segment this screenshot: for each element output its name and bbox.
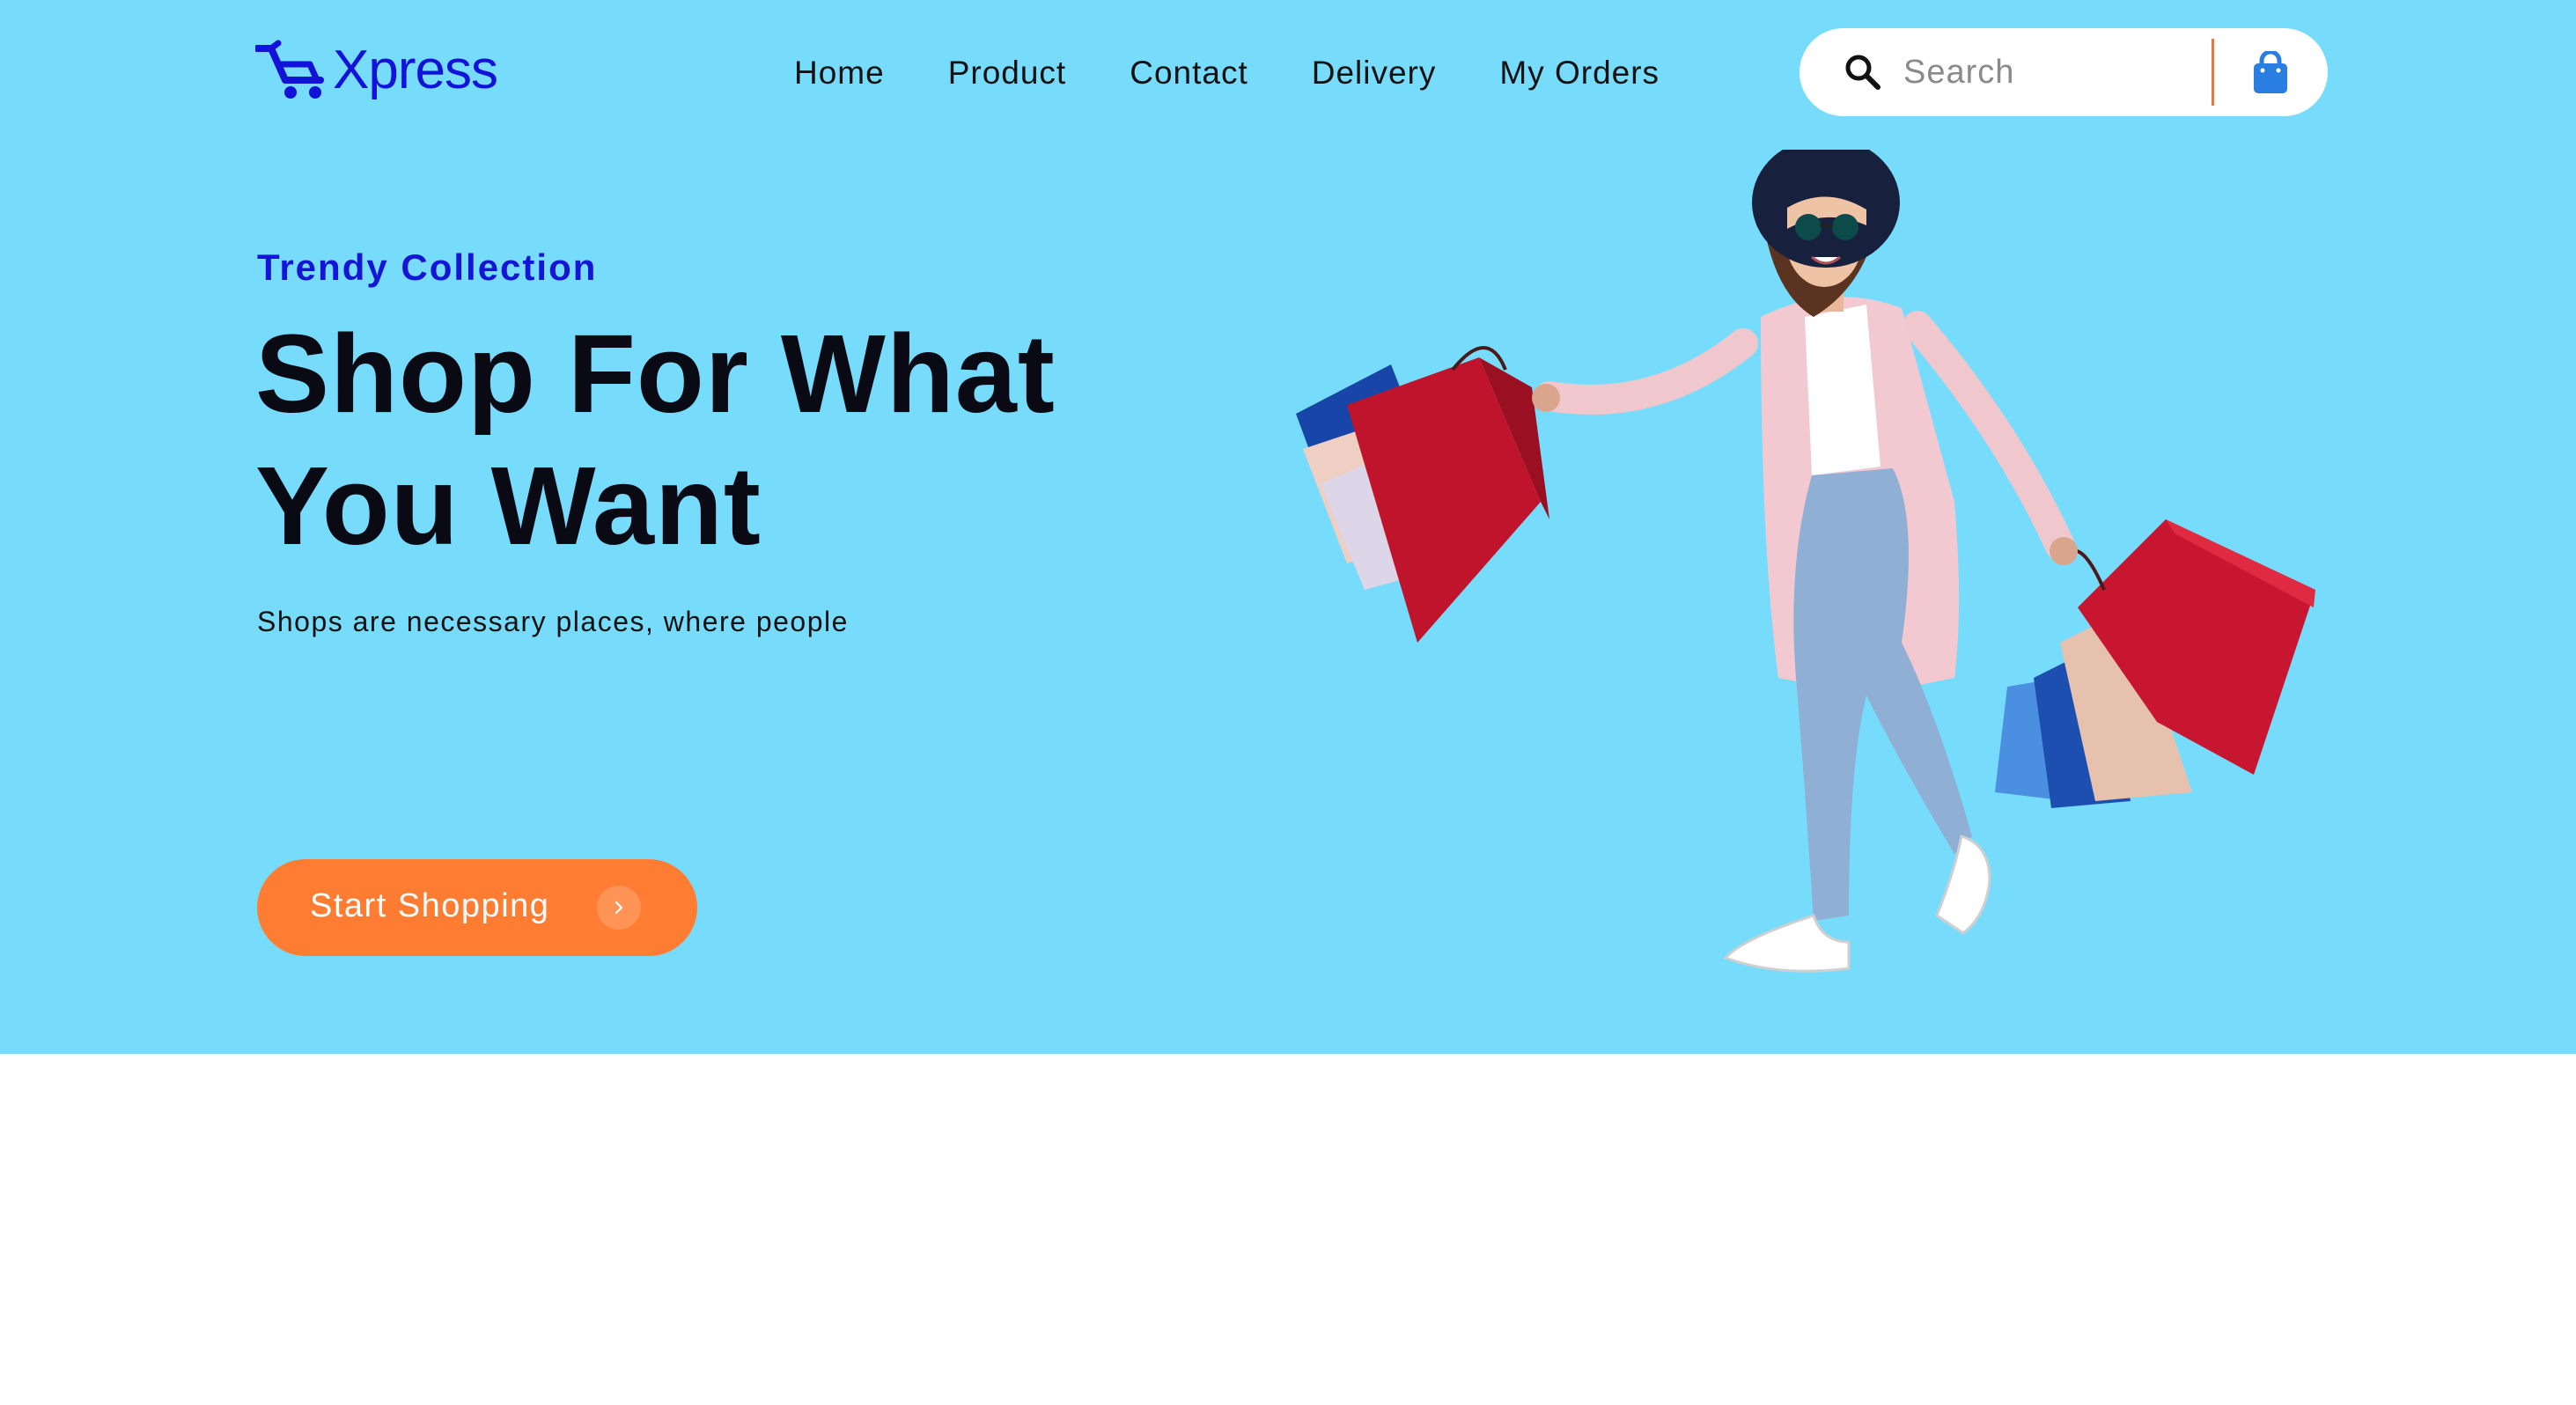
hero-subtext: Shops are necessary places, where people: [257, 606, 849, 637]
brand-logo[interactable]: Xpress: [255, 35, 498, 106]
nav-item-my-orders[interactable]: My Orders: [1499, 55, 1660, 92]
nav-item-product[interactable]: Product: [948, 55, 1067, 92]
hero-headline: Shop For What You Want: [255, 308, 1136, 572]
nav-item-contact[interactable]: Contact: [1130, 55, 1248, 92]
hero-eyebrow: Trendy Collection: [257, 246, 598, 288]
hero-headline-line-2: You Want: [255, 444, 762, 568]
search-input[interactable]: [1903, 46, 2238, 99]
shopping-bag-icon[interactable]: [2250, 51, 2291, 95]
search-icon[interactable]: [1844, 53, 1882, 92]
start-shopping-button[interactable]: Start Shopping: [257, 859, 697, 956]
start-shopping-label: Start Shopping: [310, 887, 550, 924]
brand-name: Xpress: [333, 40, 498, 100]
search-divider: [2212, 39, 2214, 106]
hero-section: Xpress Home Product Contact Delivery My …: [0, 0, 2576, 1054]
content-area: [0, 1054, 2576, 1405]
hero-headline-line-1: Shop For What: [255, 312, 1056, 436]
right-shopping-bags: [1995, 519, 2315, 808]
left-shopping-bags: [1296, 346, 1549, 643]
shopping-cart-icon: [255, 40, 324, 99]
hero-shopper-image: [1296, 150, 2315, 973]
search-bar: [1800, 28, 2328, 116]
chevron-right-icon: [597, 886, 641, 930]
nav-item-home[interactable]: Home: [794, 55, 885, 92]
main-nav: Home Product Contact Delivery My Orders: [794, 49, 1660, 97]
nav-item-delivery[interactable]: Delivery: [1312, 55, 1437, 92]
